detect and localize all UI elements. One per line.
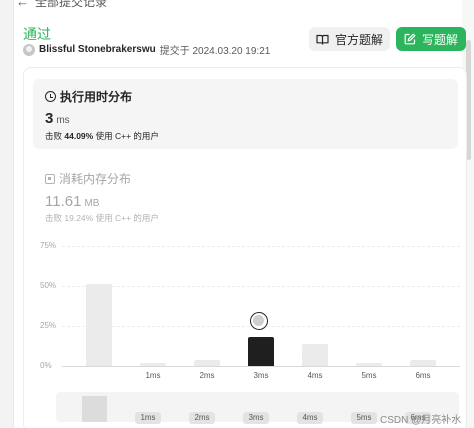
runtime-unit: ms xyxy=(56,115,70,126)
x-tick-label: 6ms xyxy=(415,371,431,380)
clock-icon xyxy=(45,91,56,102)
runtime-title: 执行用时分布 xyxy=(45,88,132,105)
official-solution-label: 官方题解 xyxy=(334,32,383,47)
runtime-number: 3 xyxy=(45,110,54,127)
gridline xyxy=(62,246,460,247)
edit-icon xyxy=(404,33,416,45)
official-solution-button[interactable]: 官方题解 xyxy=(309,27,390,51)
bar-1ms[interactable] xyxy=(140,362,166,366)
memory-chip-icon xyxy=(45,173,55,184)
memory-number: 11.61 xyxy=(45,193,82,210)
runtime-beats-prefix: 击败 xyxy=(45,131,63,141)
memory-beats-suffix: 使用 C++ 的用户 xyxy=(95,213,159,223)
book-icon xyxy=(316,34,329,45)
breadcrumb-label[interactable]: 全部提交记录 xyxy=(35,0,107,10)
navigator-label: 4ms xyxy=(297,412,323,424)
y-tick-label: 50% xyxy=(40,281,57,290)
navigator-label: 2ms xyxy=(189,412,215,424)
watermark: CSDN @月亮补水 xyxy=(380,415,462,426)
my-submission-avatar-marker[interactable] xyxy=(250,312,268,330)
memory-beats-percent: 19.24% xyxy=(64,213,94,223)
x-tick-label: 3ms xyxy=(253,371,269,380)
bar-6ms[interactable] xyxy=(410,359,436,366)
submission-status: 通过 xyxy=(23,26,51,42)
memory-value: 11.61 MB xyxy=(45,193,99,210)
submitted-time: 提交于 2024.03.20 19:21 xyxy=(159,46,271,57)
memory-title-label: 消耗内存分布 xyxy=(59,172,132,186)
bar-3ms[interactable] xyxy=(248,337,274,366)
navigator-label: 5ms xyxy=(351,412,377,424)
memory-beats-prefix: 击败 xyxy=(45,213,63,223)
y-tick-label: 0% xyxy=(40,361,52,370)
bar-4ms[interactable] xyxy=(302,343,328,366)
runtime-beats: 击败 44.09% 使用 C++ 的用户 xyxy=(45,130,159,142)
runtime-card[interactable]: 执行用时分布 3 ms 击败 44.09% 使用 C++ 的用户 xyxy=(33,79,458,149)
memory-unit: MB xyxy=(84,198,100,209)
bar-first[interactable] xyxy=(86,284,112,366)
x-tick-label: 1ms xyxy=(145,371,161,380)
x-tick-label: 5ms xyxy=(361,371,377,380)
avatar[interactable] xyxy=(23,43,35,56)
back-arrow-icon[interactable]: ← xyxy=(16,0,29,9)
left-rail xyxy=(0,0,14,428)
runtime-value: 3 ms xyxy=(45,110,70,127)
gridline xyxy=(62,286,460,287)
breadcrumb[interactable]: ← 全部提交记录 xyxy=(16,0,107,10)
bar-2ms[interactable] xyxy=(194,360,220,366)
navigator-label: 3ms xyxy=(243,412,269,424)
y-tick-label: 75% xyxy=(40,241,57,250)
x-tick-label: 2ms xyxy=(199,371,215,380)
runtime-beats-percent: 44.09% xyxy=(64,131,94,141)
memory-title[interactable]: 消耗内存分布 xyxy=(45,170,131,187)
memory-beats: 击败 19.24% 使用 C++ 的用户 xyxy=(45,212,159,224)
navigator-bar xyxy=(82,396,107,422)
write-solution-label: 写题解 xyxy=(421,32,458,47)
y-tick-label: 25% xyxy=(40,321,57,330)
username[interactable]: Blissful Stonebrakerswu xyxy=(39,44,156,55)
navigator-label: 1ms xyxy=(135,412,161,424)
submission-meta: Blissful Stonebrakerswu 提交于 2024.03.20 1… xyxy=(23,42,270,57)
runtime-beats-suffix: 使用 C++ 的用户 xyxy=(95,131,159,141)
write-solution-button[interactable]: 写题解 xyxy=(396,27,466,51)
runtime-title-label: 执行用时分布 xyxy=(60,90,133,104)
x-tick-label: 4ms xyxy=(307,371,323,380)
x-axis-line xyxy=(62,366,460,367)
bar-5ms[interactable] xyxy=(356,362,382,366)
